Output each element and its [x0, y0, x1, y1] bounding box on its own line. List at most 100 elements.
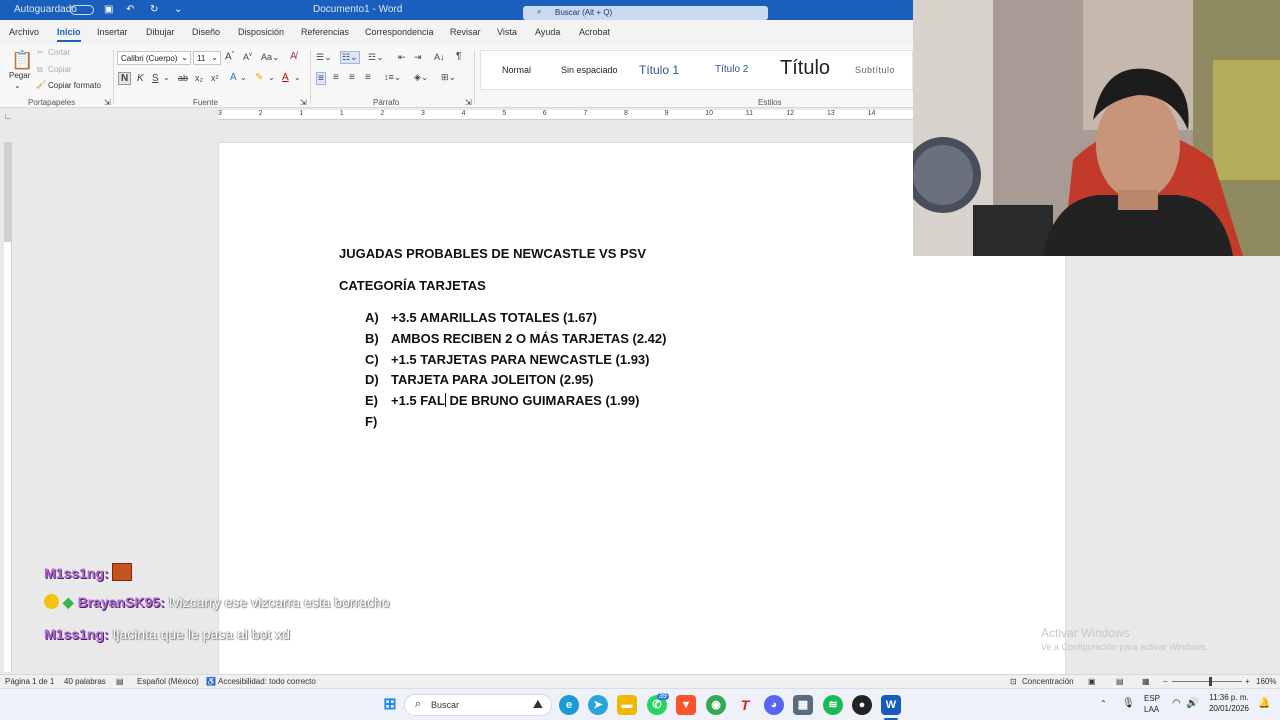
typora-icon[interactable]: T	[735, 695, 755, 715]
style-titulo[interactable]: Título	[780, 57, 830, 80]
word-count[interactable]: 40 palabras	[64, 677, 106, 686]
language-indicator[interactable]: Español (México)	[137, 677, 199, 686]
text-effects-icon[interactable]: A	[230, 72, 237, 83]
wifi-icon[interactable]: ◠	[1172, 698, 1181, 709]
style-normal[interactable]: Normal	[502, 65, 531, 75]
format-painter-button[interactable]: Copiar formato	[48, 81, 101, 90]
bullets-icon[interactable]: ☰⌄	[316, 52, 332, 63]
cut-button[interactable]: Cortar	[48, 48, 70, 57]
highlight-icon[interactable]: ✎	[255, 72, 263, 83]
font-color-dropdown-icon[interactable]: ⌄	[294, 73, 301, 82]
underline-dropdown-icon[interactable]: ⌄	[163, 73, 170, 82]
document-heading[interactable]: JUGADAS PROBABLES DE NEWCASTLE VS PSV	[339, 246, 646, 261]
print-layout-icon[interactable]: ▤	[1116, 677, 1124, 686]
web-layout-icon[interactable]: ▦	[1142, 677, 1150, 686]
spotify-icon[interactable]: ≋	[823, 695, 843, 715]
edge-icon[interactable]: e	[559, 695, 579, 715]
style-sin-espaciado[interactable]: Sin espaciado	[561, 65, 618, 75]
tray-overflow-icon[interactable]: ⌃	[1100, 699, 1107, 708]
clear-formatting-icon[interactable]: A̸	[290, 51, 297, 62]
microphone-icon[interactable]: 🎙	[1122, 698, 1135, 709]
brave-icon[interactable]: ▼	[676, 695, 696, 715]
clock-date[interactable]: 20/01/2026	[1204, 704, 1254, 713]
highlight-dropdown-icon[interactable]: ⌄	[268, 73, 275, 82]
numbering-icon[interactable]: ☷⌄	[340, 51, 360, 64]
autosave-toggle[interactable]	[70, 5, 94, 15]
tab-referencias[interactable]: Referencias	[301, 27, 349, 37]
language-code[interactable]: ESP	[1144, 694, 1160, 703]
copy-button[interactable]: Copiar	[48, 65, 72, 74]
paste-dropdown-icon[interactable]: ⌄	[14, 81, 21, 90]
calculator-icon[interactable]: ▦	[793, 695, 813, 715]
tab-selector[interactable]: ∟	[4, 112, 12, 121]
tab-dibujar[interactable]: Dibujar	[146, 27, 175, 37]
tab-ayuda[interactable]: Ayuda	[535, 27, 560, 37]
superscript-icon[interactable]: x²	[211, 73, 219, 83]
grow-font-icon[interactable]: A^	[225, 51, 235, 62]
zoom-in-icon[interactable]: +	[1245, 677, 1250, 686]
sort-icon[interactable]: A↓	[434, 52, 445, 62]
align-left-icon[interactable]: ≡	[316, 72, 326, 85]
tab-revisar[interactable]: Revisar	[450, 27, 481, 37]
volume-icon[interactable]: 🔊	[1186, 698, 1198, 709]
font-color-icon[interactable]: A	[282, 72, 289, 83]
paragraph-launcher-icon[interactable]: ⇲	[465, 98, 472, 107]
zoom-level[interactable]: 160%	[1256, 677, 1276, 686]
zoom-slider-thumb[interactable]	[1209, 677, 1212, 686]
align-center-icon[interactable]: ≡	[333, 72, 339, 83]
line-spacing-icon[interactable]: ↕≡⌄	[384, 72, 401, 83]
tab-diseno[interactable]: Diseño	[192, 27, 220, 37]
taskbar-search[interactable]: ⌕ Buscar ⛰	[404, 694, 552, 716]
redo-icon[interactable]: ↻	[150, 4, 158, 15]
italic-icon[interactable]: K	[137, 73, 144, 84]
word-taskbar-icon[interactable]: W	[881, 695, 901, 715]
clock-time[interactable]: 11:36 p. m.	[1204, 693, 1254, 702]
file-explorer-icon[interactable]: ▬	[617, 695, 637, 715]
tab-disposicion[interactable]: Disposición	[238, 27, 284, 37]
strikethrough-icon[interactable]: ab	[178, 73, 188, 83]
telegram-icon[interactable]: ➤	[588, 695, 608, 715]
chrome-icon[interactable]: ◉	[706, 695, 726, 715]
text-effects-dropdown-icon[interactable]: ⌄	[240, 73, 247, 82]
format-painter-icon[interactable]: 🖌	[36, 80, 46, 89]
tab-vista[interactable]: Vista	[497, 27, 517, 37]
customize-quick-access-icon[interactable]: ⌄	[174, 4, 182, 15]
undo-icon[interactable]: ↶	[126, 4, 134, 15]
windows-start-icon[interactable]: ⊞	[380, 695, 400, 715]
notifications-icon[interactable]: 🔔	[1258, 698, 1270, 709]
zoom-out-icon[interactable]: −	[1163, 677, 1168, 686]
keyboard-layout[interactable]: LAA	[1144, 705, 1159, 714]
document-category[interactable]: CATEGORÍA TARJETAS	[339, 278, 486, 293]
obs-icon[interactable]: ●	[852, 695, 872, 715]
zoom-slider[interactable]	[1172, 677, 1242, 686]
underline-icon[interactable]: S	[152, 73, 159, 84]
tab-acrobat[interactable]: Acrobat	[579, 27, 610, 37]
proofing-icon[interactable]: ▤	[116, 677, 124, 686]
show-formatting-icon[interactable]: ¶	[456, 51, 461, 62]
shrink-font-icon[interactable]: Av	[243, 52, 252, 62]
font-size-select[interactable]: 11 ⌄	[193, 51, 221, 65]
tab-correspondencia[interactable]: Correspondencia	[365, 27, 434, 37]
clipboard-launcher-icon[interactable]: ⇲	[104, 98, 111, 107]
tab-insertar[interactable]: Insertar	[97, 27, 128, 37]
page-count[interactable]: Página 1 de 1	[5, 677, 54, 686]
tab-inicio[interactable]: Inicio	[57, 27, 81, 42]
accessibility-status[interactable]: Accesibilidad: todo correcto	[218, 677, 316, 686]
horizontal-ruler[interactable]: 3 2 1 1 2 3 4 5 6 7 8 9 10 11 12 13 14	[218, 110, 913, 120]
style-titulo-2[interactable]: Título 2	[715, 64, 748, 75]
shading-icon[interactable]: ◈⌄	[414, 72, 428, 83]
paste-icon[interactable]: 📋	[11, 50, 33, 71]
font-name-select[interactable]: Calibri (Cuerpo) ⌄	[117, 51, 191, 65]
tab-archivo[interactable]: Archivo	[9, 27, 39, 37]
paste-button[interactable]: Pegar	[9, 71, 30, 80]
copy-icon[interactable]: ⧉	[37, 65, 43, 75]
increase-indent-icon[interactable]: ⇥	[414, 52, 422, 63]
bold-icon[interactable]: N	[118, 72, 132, 85]
read-mode-icon[interactable]: ▣	[1088, 677, 1096, 686]
multilevel-list-icon[interactable]: ☲⌄	[368, 52, 384, 63]
justify-icon[interactable]: ≡	[365, 72, 371, 83]
change-case-icon[interactable]: Aa⌄	[261, 52, 280, 63]
decrease-indent-icon[interactable]: ⇤	[398, 52, 406, 63]
cut-icon[interactable]: ✂	[37, 48, 44, 57]
focus-mode-button[interactable]: Concentración	[1022, 677, 1074, 686]
